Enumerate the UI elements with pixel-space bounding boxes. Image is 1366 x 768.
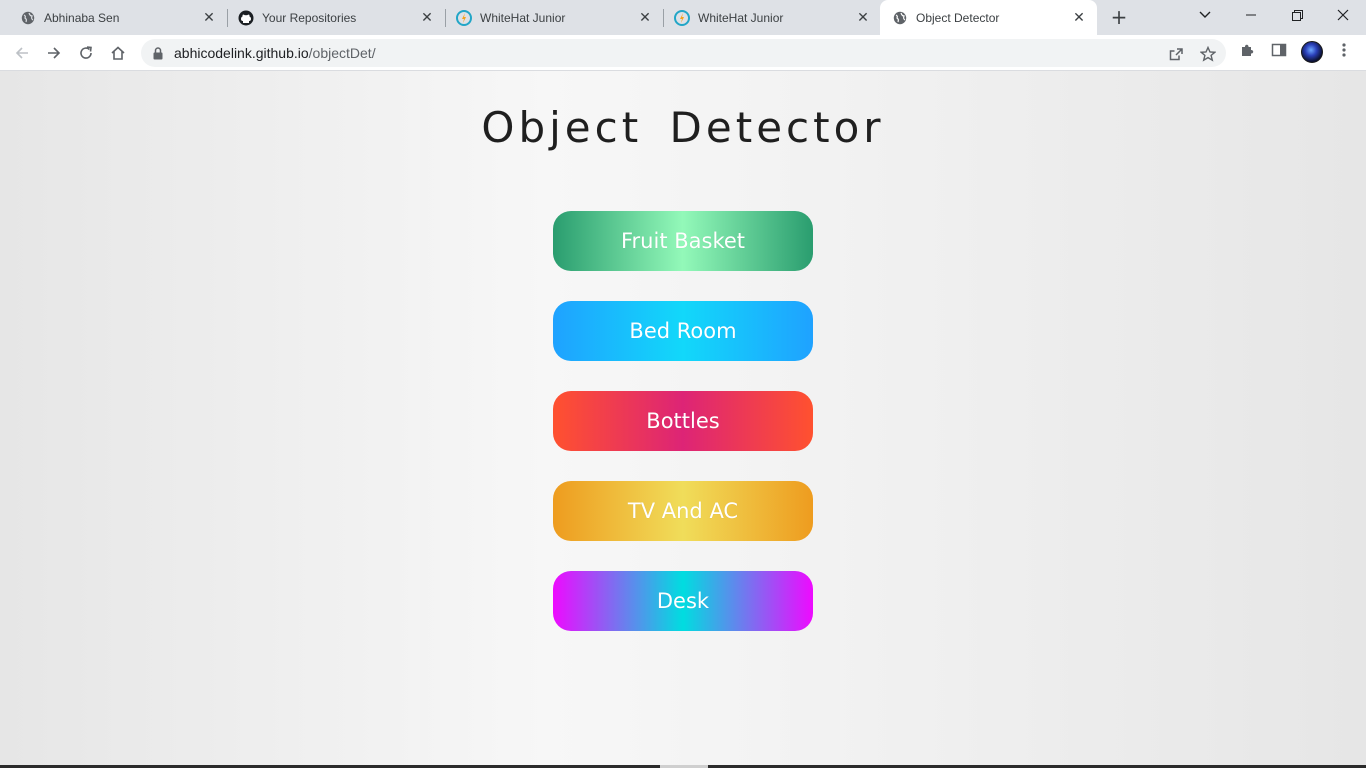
bed-room-button[interactable]: Bed Room xyxy=(553,301,813,361)
minimize-button[interactable] xyxy=(1228,0,1274,30)
desk-button[interactable]: Desk xyxy=(553,571,813,631)
kebab-menu-icon[interactable] xyxy=(1335,41,1353,59)
whitehat-icon xyxy=(674,9,690,26)
address-bar[interactable]: abhicodelink.github.io/objectDet/ xyxy=(141,39,1226,67)
whitehat-icon xyxy=(456,9,472,26)
minimize-icon xyxy=(1246,14,1256,16)
url-path: /objectDet/ xyxy=(308,45,376,61)
chevron-down-icon xyxy=(1199,11,1211,18)
tab-your-repositories[interactable]: Your Repositories ✕ xyxy=(218,0,445,35)
star-icon[interactable] xyxy=(1199,45,1217,63)
close-icon[interactable]: ✕ xyxy=(201,10,217,26)
new-tab-button[interactable]: + xyxy=(1108,5,1130,29)
tab-whitehat-junior-1[interactable]: WhiteHat Junior ✕ xyxy=(436,0,663,35)
profile-avatar[interactable] xyxy=(1301,41,1323,63)
url-text: abhicodelink.github.io/objectDet/ xyxy=(174,45,376,61)
tab-object-detector[interactable]: Object Detector ✕ xyxy=(880,0,1097,35)
tab-title: Your Repositories xyxy=(262,10,357,25)
globe-icon xyxy=(20,10,36,26)
tab-title: WhiteHat Junior xyxy=(480,10,566,25)
home-icon xyxy=(111,46,125,60)
extensions-puzzle-icon[interactable] xyxy=(1238,41,1256,59)
tab-whitehat-junior-2[interactable]: WhiteHat Junior ✕ xyxy=(654,0,881,35)
reload-icon xyxy=(80,46,92,59)
github-icon xyxy=(238,10,254,26)
side-panel-icon[interactable] xyxy=(1270,41,1288,59)
globe-icon xyxy=(892,10,908,26)
close-icon[interactable]: ✕ xyxy=(855,10,871,26)
arrow-left-icon xyxy=(15,47,28,59)
tv-and-ac-button[interactable]: TV And AC xyxy=(553,481,813,541)
close-icon[interactable]: ✕ xyxy=(1071,10,1087,26)
tab-strip: Abhinaba Sen ✕ Your Repositories ✕ White… xyxy=(0,0,1366,35)
restore-button[interactable] xyxy=(1274,0,1320,30)
fruit-basket-button[interactable]: Fruit Basket xyxy=(553,211,813,271)
bottles-button[interactable]: Bottles xyxy=(553,391,813,451)
page-title: Object Detector xyxy=(481,103,885,152)
home-button[interactable] xyxy=(104,39,132,67)
page-content: Object Detector Fruit Basket Bed Room Bo… xyxy=(0,71,1366,765)
url-host: abhicodelink.github.io xyxy=(174,45,309,61)
lock-icon[interactable] xyxy=(153,46,165,60)
forward-button[interactable] xyxy=(40,39,68,67)
tab-title: Object Detector xyxy=(916,10,1000,25)
tab-search-button[interactable] xyxy=(1182,0,1228,30)
close-icon[interactable]: ✕ xyxy=(637,10,653,26)
tab-abhinaba-sen[interactable]: Abhinaba Sen ✕ xyxy=(0,0,227,35)
restore-icon xyxy=(1291,9,1303,21)
arrow-right-icon xyxy=(48,47,61,59)
tab-title: Abhinaba Sen xyxy=(44,10,120,25)
back-button[interactable] xyxy=(8,39,36,67)
browser-toolbar: abhicodelink.github.io/objectDet/ xyxy=(0,35,1366,71)
tab-title: WhiteHat Junior xyxy=(698,10,784,25)
reload-button[interactable] xyxy=(72,39,100,67)
close-window-button[interactable] xyxy=(1320,0,1366,30)
close-icon xyxy=(1337,9,1349,21)
share-icon[interactable] xyxy=(1167,45,1185,63)
close-icon[interactable]: ✕ xyxy=(419,10,435,26)
